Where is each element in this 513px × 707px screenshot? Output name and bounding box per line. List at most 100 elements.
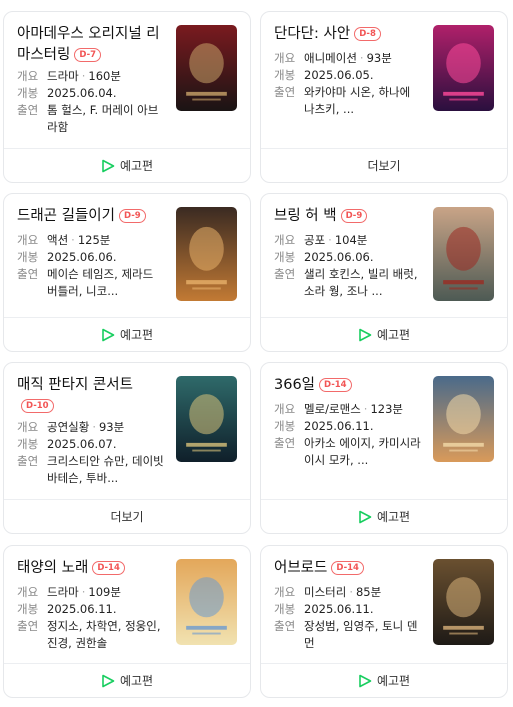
genre-label: 개요: [17, 233, 39, 247]
dday-badge: D-14: [319, 378, 352, 392]
movie-card: 드래곤 길들이기 D-9 개요 액션 · 125분 개봉 2025.06.06. 출연 메이…: [3, 193, 251, 352]
movie-card: 브링 허 백 D-9 개요 공포 · 104분 개봉 2025.06.06. 출연 샐리 호…: [260, 193, 508, 352]
release-value: 2025.06.11.: [47, 602, 117, 616]
movie-poster[interactable]: [176, 25, 237, 111]
movie-title-wrap[interactable]: 브링 허 백 D-9: [274, 206, 424, 227]
cast-value: 톰 헐스, F. 머레이 아브라함: [47, 103, 159, 134]
movie-poster[interactable]: [433, 207, 494, 301]
runtime-value: 160분: [88, 69, 121, 83]
cast-value: 메이슨 테임즈, 제라드 버틀러, 니코...: [47, 267, 154, 298]
trailer-button[interactable]: 예고편: [4, 148, 250, 182]
cast-value: 와카야마 시온, 하나에 나츠키, ...: [304, 85, 411, 116]
poster-art: [433, 376, 494, 462]
release-label: 개봉: [274, 68, 296, 82]
poster-art: [176, 559, 237, 645]
play-icon: [102, 674, 115, 687]
movie-title-wrap[interactable]: 아마데우스 오리지널 리마스터링 D-7: [17, 24, 167, 66]
release-label: 개봉: [274, 602, 296, 616]
play-icon: [359, 510, 372, 523]
cast-value: 샐리 호킨스, 빌리 배럿, 소라 웡, 조나 ...: [304, 267, 418, 298]
dday-badge: D-8: [354, 27, 381, 41]
poster-art: [176, 376, 237, 462]
movie-title-wrap[interactable]: 단다단: 사안 D-8: [274, 24, 424, 45]
cast-label: 출연: [17, 619, 39, 633]
movie-poster[interactable]: [433, 25, 494, 111]
cast-label: 출연: [274, 619, 296, 633]
trailer-button[interactable]: 예고편: [4, 663, 250, 697]
cast-value: 아카소 에이지, 카미시라이시 모카, ...: [304, 436, 421, 467]
movie-info: 개요 공연실황 · 93분 개봉 2025.06.07. 출연 크리스티안 슈만, 데이빗…: [17, 419, 167, 487]
footer-label: 예고편: [376, 328, 411, 342]
movie-title[interactable]: 태양의 노래: [17, 560, 88, 576]
release-label: 개봉: [17, 250, 39, 264]
movie-title-wrap[interactable]: 태양의 노래 D-14: [17, 558, 167, 579]
trailer-button[interactable]: 예고편: [261, 663, 507, 697]
movie-title-wrap[interactable]: 매직 판타지 콘서트 D-10: [17, 375, 142, 417]
genre-value: 드라마: [47, 585, 79, 599]
release-value: 2025.06.11.: [304, 602, 374, 616]
movie-poster[interactable]: [176, 559, 237, 645]
runtime-value: 125분: [77, 233, 111, 247]
movie-card: 태양의 노래 D-14 개요 드라마 · 109분 개봉 2025.06.11. 출연 정지…: [3, 545, 251, 698]
trailer-button[interactable]: 예고편: [4, 317, 250, 351]
genre-label: 개요: [274, 585, 296, 599]
movie-card: 366일 D-14 개요 멜로/로맨스 · 123분 개봉 2025.06.11. 출연 아…: [260, 362, 508, 534]
cast-label: 출연: [17, 103, 39, 117]
movie-title[interactable]: 드래곤 길들이기: [17, 208, 115, 224]
movie-info: 개요 공포 · 104분 개봉 2025.06.06. 출연 샐리 호킨스, 빌리 배럿,…: [274, 232, 424, 300]
poster-art: [433, 559, 494, 645]
trailer-button[interactable]: 예고편: [261, 499, 507, 533]
movie-title[interactable]: 어브로드: [274, 560, 327, 576]
movie-poster[interactable]: [433, 559, 494, 645]
cast-value: 크리스티안 슈만, 데이빗 바테슨, 투바...: [47, 454, 164, 485]
more-button[interactable]: 더보기: [4, 499, 250, 533]
movie-card: 아마데우스 오리지널 리마스터링 D-7 개요 드라마 · 160분 개봉 2025.06…: [3, 11, 251, 183]
genre-value: 액션: [47, 233, 69, 247]
cast-label: 출연: [274, 267, 296, 281]
release-label: 개봉: [274, 419, 296, 433]
footer-label: 더보기: [367, 159, 401, 173]
movie-title-wrap[interactable]: 드래곤 길들이기 D-9: [17, 206, 167, 227]
release-value: 2025.06.05.: [304, 68, 374, 82]
runtime-value: 109분: [88, 585, 121, 599]
movie-info: 개요 멜로/로맨스 · 123분 개봉 2025.06.11. 출연 아카소 에이지, 카…: [274, 401, 424, 469]
runtime-value: 123분: [370, 402, 403, 416]
dday-badge: D-9: [119, 209, 146, 223]
footer-label: 더보기: [110, 510, 144, 524]
release-value: 2025.06.11.: [304, 419, 374, 433]
genre-value: 멜로/로맨스: [304, 402, 361, 416]
cast-label: 출연: [274, 85, 296, 99]
movie-card: 단다단: 사안 D-8 개요 애니메이션 · 93분 개봉 2025.06.05. 출연 와…: [260, 11, 508, 183]
cast-label: 출연: [17, 454, 39, 468]
movie-info: 개요 액션 · 125분 개봉 2025.06.06. 출연 메이슨 테임즈, 제라드 버…: [17, 232, 167, 300]
poster-art: [433, 25, 494, 111]
release-label: 개봉: [17, 602, 39, 616]
movie-card: 매직 판타지 콘서트D-10 개요 공연실황 · 93분 개봉 2025.06.07. …: [3, 362, 251, 534]
genre-label: 개요: [274, 51, 296, 65]
movie-poster[interactable]: [176, 376, 237, 462]
play-icon: [359, 674, 372, 687]
runtime-value: 104분: [334, 233, 368, 247]
movie-title[interactable]: 브링 허 백: [274, 208, 337, 224]
movie-title[interactable]: 단다단: 사안: [274, 26, 350, 42]
genre-label: 개요: [274, 233, 296, 247]
release-value: 2025.06.06.: [304, 250, 374, 264]
genre-value: 애니메이션: [304, 51, 357, 65]
release-value: 2025.06.06.: [47, 250, 117, 264]
movie-title[interactable]: 366일: [274, 377, 315, 393]
movie-info: 개요 애니메이션 · 93분 개봉 2025.06.05. 출연 와카야마 시온, 하나에…: [274, 50, 424, 118]
play-icon: [359, 328, 372, 341]
genre-label: 개요: [17, 69, 39, 83]
footer-label: 예고편: [376, 674, 411, 688]
movie-title-wrap[interactable]: 어브로드 D-14: [274, 558, 424, 579]
more-button[interactable]: 더보기: [261, 148, 507, 182]
movie-poster[interactable]: [433, 376, 494, 462]
movie-title[interactable]: 매직 판타지 콘서트: [17, 377, 133, 393]
movie-poster[interactable]: [176, 207, 237, 301]
dday-badge: D-14: [331, 561, 364, 575]
movie-info: 개요 드라마 · 109분 개봉 2025.06.11. 출연 정지소, 차학연, 정웅인…: [17, 584, 167, 652]
runtime-value: 93분: [98, 420, 125, 434]
movie-title-wrap[interactable]: 366일 D-14: [274, 375, 424, 396]
trailer-button[interactable]: 예고편: [261, 317, 507, 351]
release-label: 개봉: [17, 437, 39, 451]
